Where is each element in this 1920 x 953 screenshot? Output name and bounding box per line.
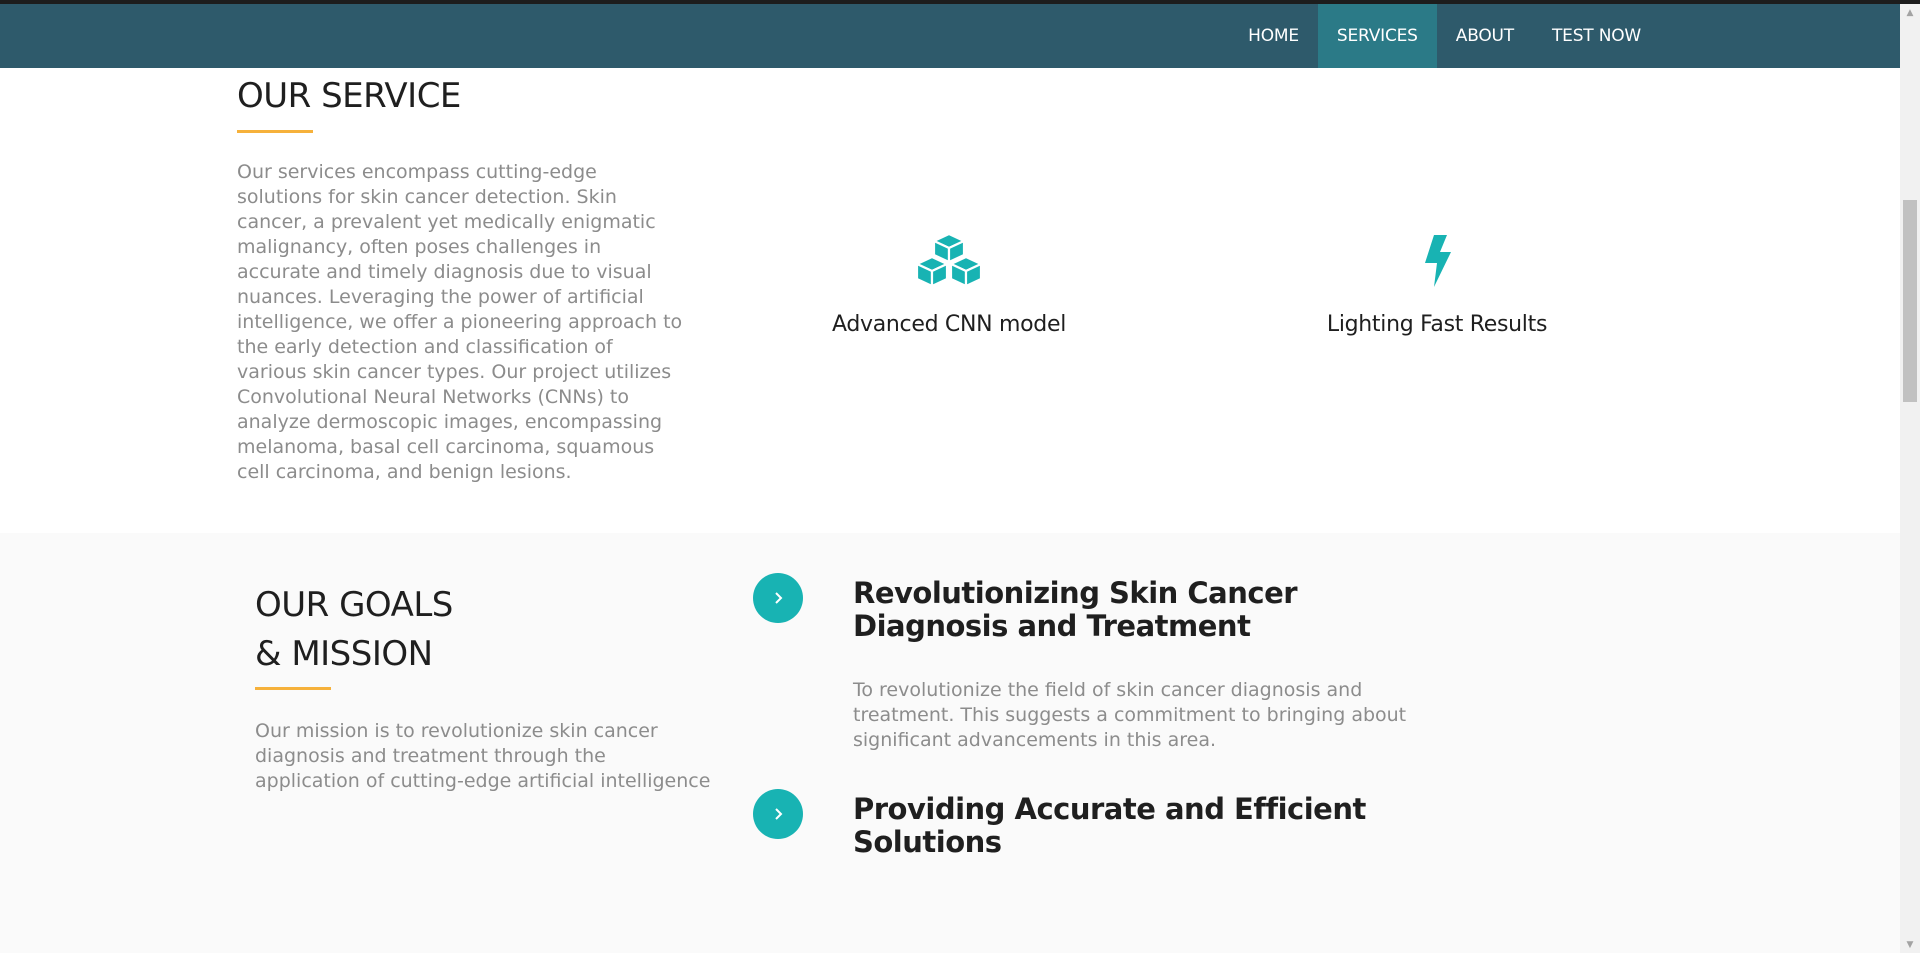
goals-section: OUR GOALS & MISSION Our mission is to re… <box>0 533 1900 953</box>
scroll-down-arrow-icon[interactable]: ▼ <box>1900 936 1920 953</box>
chevron-right-icon[interactable] <box>753 573 803 623</box>
goal-description: To revolutionize the field of skin cance… <box>853 679 1407 751</box>
goals-description: Our mission is to revolutionize skin can… <box>255 720 711 792</box>
feature-cnn-model: Advanced CNN model <box>789 228 1109 337</box>
goal-text: Revolutionizing Skin Cancer Diagnosis an… <box>853 577 1413 753</box>
goal-text: Providing Accurate and Efficient Solutio… <box>853 793 1413 859</box>
nav-item-about[interactable]: ABOUT <box>1437 4 1533 68</box>
service-title: OUR SERVICE <box>237 76 461 116</box>
feature-cnn-label: Advanced CNN model <box>831 312 1067 337</box>
feature-fast-results: Lighting Fast Results <box>1277 228 1597 337</box>
goal-heading: Providing Accurate and Efficient Solutio… <box>853 792 1366 859</box>
chevron-right-icon[interactable] <box>753 789 803 839</box>
bolt-icon <box>1277 228 1597 294</box>
page-content: OUR SERVICE Our services encompass cutti… <box>0 68 1900 953</box>
scroll-up-arrow-icon[interactable]: ▲ <box>1900 4 1920 21</box>
service-description: Our services encompass cutting-edge solu… <box>237 161 683 483</box>
cubes-icon <box>789 228 1109 294</box>
goal-heading: Revolutionizing Skin Cancer Diagnosis an… <box>853 576 1298 643</box>
service-title-underline <box>237 130 313 133</box>
nav-item-home[interactable]: HOME <box>1229 4 1318 68</box>
services-section: OUR SERVICE Our services encompass cutti… <box>0 68 1900 533</box>
goals-title: OUR GOALS & MISSION <box>255 581 453 679</box>
goals-title-line2: & MISSION <box>255 634 433 674</box>
vertical-scrollbar[interactable]: ▲ ▼ <box>1900 4 1920 953</box>
nav-menu: HOME SERVICES ABOUT TEST NOW <box>1229 4 1660 68</box>
nav-item-services[interactable]: SERVICES <box>1317 4 1437 68</box>
goals-title-underline <box>255 687 331 690</box>
goals-title-line1: OUR GOALS <box>255 585 453 625</box>
navbar: HOME SERVICES ABOUT TEST NOW <box>0 4 1900 68</box>
feature-fast-label: Lighting Fast Results <box>1326 312 1548 337</box>
nav-item-test-now[interactable]: TEST NOW <box>1533 4 1660 68</box>
scrollbar-thumb[interactable] <box>1903 200 1917 402</box>
